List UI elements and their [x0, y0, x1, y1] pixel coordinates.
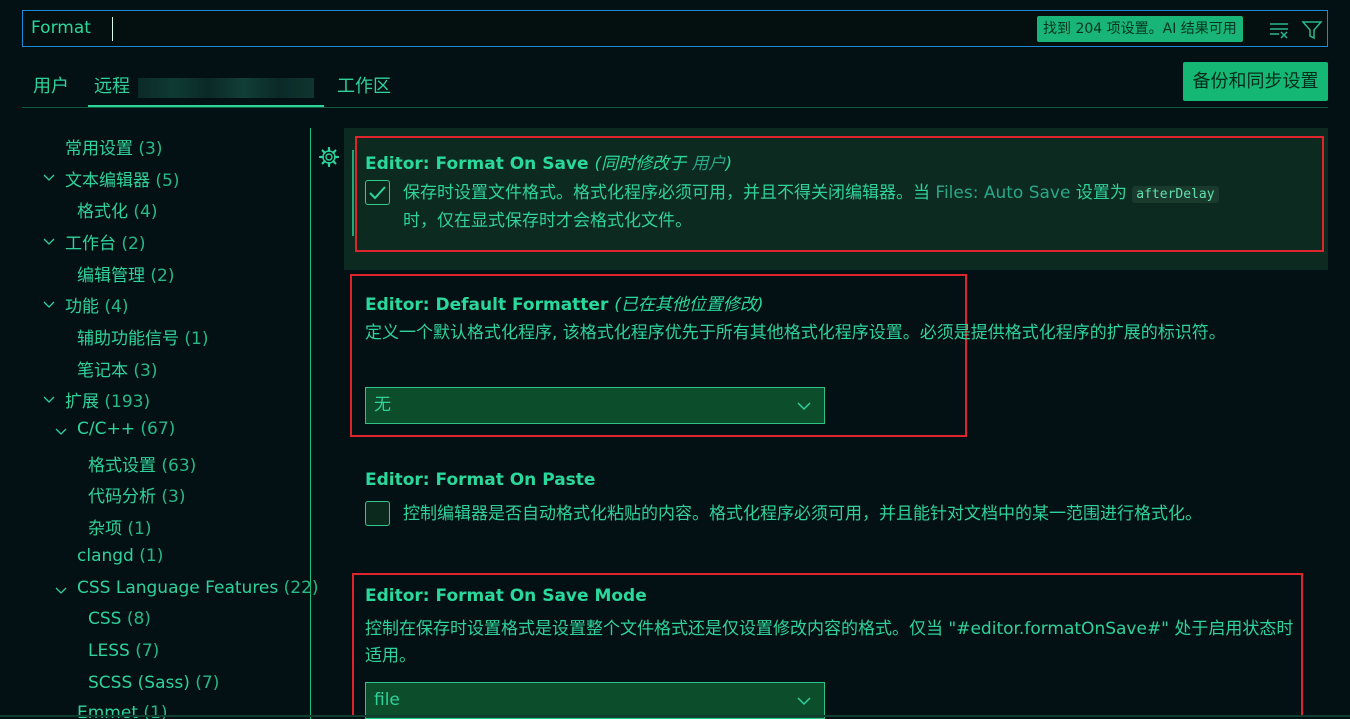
toc-item[interactable]: CSS (8): [88, 609, 151, 629]
format-on-paste-checkbox[interactable]: [365, 501, 390, 526]
setting-title-default-formatter: Editor: Default Formatter (已在其他位置修改): [365, 295, 764, 315]
setting-title-format-on-save: Editor: Format On Save (同时修改于 用户): [365, 154, 733, 174]
chevron-down-icon: [797, 697, 811, 706]
default-formatter-select[interactable]: 无: [365, 387, 825, 424]
chevron-down-icon: [797, 402, 811, 411]
chevron-down-icon[interactable]: [54, 425, 68, 439]
setting-description: 定义一个默认格式化程序, 该格式化程序优先于所有其他格式化程序设置。必须是提供格…: [365, 323, 1226, 343]
toc-item[interactable]: C/C++ (67): [77, 419, 175, 439]
files-auto-save-link[interactable]: Files: Auto Save: [935, 183, 1070, 203]
clear-filter-icon[interactable]: [1268, 19, 1290, 41]
text-caret: [112, 17, 113, 41]
toc-item[interactable]: 功能 (4): [65, 292, 129, 317]
redacted-remote-host: [138, 78, 314, 98]
toc-item[interactable]: 编辑管理 (2): [77, 261, 175, 286]
toc-item[interactable]: 工作台 (2): [65, 229, 146, 254]
chevron-down-icon[interactable]: [42, 393, 56, 407]
toc-item[interactable]: 常用设置 (3): [65, 134, 163, 159]
toc-item[interactable]: LESS (7): [88, 641, 159, 661]
setting-title-format-on-paste: Editor: Format On Paste: [365, 470, 596, 490]
toc-item[interactable]: 格式化 (4): [77, 197, 158, 222]
chevron-down-icon[interactable]: [42, 171, 56, 185]
setting-description: 控制在保存时设置格式是设置整个文件格式还是仅设置修改内容的格式。仅当 "#edi…: [365, 619, 1294, 666]
toc-item[interactable]: 扩展 (193): [65, 387, 150, 412]
backup-sync-button[interactable]: 备份和同步设置: [1183, 62, 1328, 101]
setting-title-format-on-save-mode: Editor: Format On Save Mode: [365, 586, 647, 606]
filter-icon[interactable]: [1301, 19, 1323, 41]
focus-indicator: [352, 150, 354, 236]
format-on-save-mode-select[interactable]: file: [365, 682, 825, 719]
tab-user[interactable]: 用户: [33, 72, 69, 98]
toc-item[interactable]: 格式设置 (63): [88, 451, 196, 476]
tabs-divider: [22, 107, 1328, 108]
toc-item[interactable]: SCSS (Sass) (7): [88, 673, 219, 693]
search-input[interactable]: Format: [31, 18, 91, 38]
format-on-save-checkbox[interactable]: [365, 180, 390, 205]
search-result-badge: 找到 204 项设置。AI 结果可用: [1037, 16, 1243, 42]
chevron-down-icon[interactable]: [42, 298, 56, 312]
toc-item[interactable]: 代码分析 (3): [88, 482, 186, 507]
tab-workspace[interactable]: 工作区: [337, 72, 391, 98]
toc-item[interactable]: clangd (1): [77, 546, 163, 566]
toc-item[interactable]: 辅助功能信号 (1): [77, 324, 209, 349]
toc-item[interactable]: 文本编辑器 (5): [65, 166, 180, 191]
toc-item[interactable]: CSS Language Features (22): [77, 578, 319, 598]
chevron-down-icon[interactable]: [42, 235, 56, 249]
inline-code: afterDelay: [1132, 186, 1219, 203]
settings-editor: Format 找到 204 项设置。AI 结果可用 用户 远程 工作区 备份和同…: [0, 0, 1350, 719]
modified-in-user-link[interactable]: 用户: [692, 154, 726, 174]
toc-item[interactable]: 笔记本 (3): [77, 356, 158, 381]
gear-icon[interactable]: [318, 146, 340, 168]
setting-description: 控制编辑器是否自动格式化粘贴的内容。格式化程序必须可用，并且能针对文档中的某一范…: [403, 504, 1202, 524]
toc-divider[interactable]: [310, 128, 311, 719]
check-icon: [369, 186, 386, 200]
tab-remote[interactable]: 远程: [94, 72, 130, 98]
bottom-border: [0, 715, 1350, 717]
settings-search-box[interactable]: Format 找到 204 项设置。AI 结果可用: [22, 10, 1328, 47]
toc-item[interactable]: 杂项 (1): [88, 514, 152, 539]
setting-description: 保存时设置文件格式。格式化程序必须可用，并且不得关闭编辑器。当 Files: A…: [403, 180, 1303, 235]
chevron-down-icon[interactable]: [54, 584, 68, 598]
